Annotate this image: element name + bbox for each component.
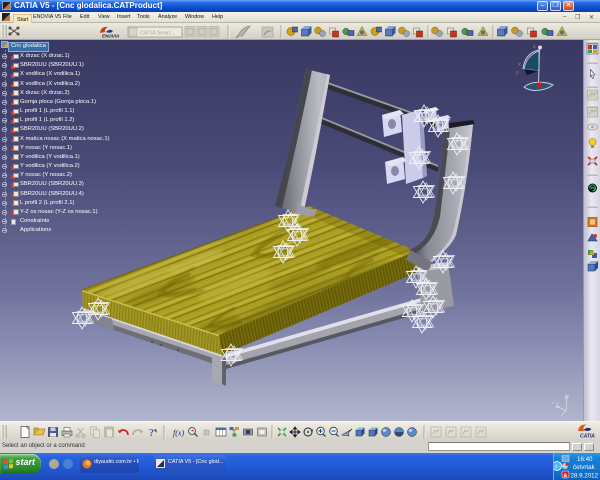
svg-text:x: x	[552, 400, 554, 405]
svg-text:z: z	[533, 44, 536, 50]
svg-text:CATIA Searc...: CATIA Searc...	[140, 31, 176, 37]
svg-text:?: ?	[149, 428, 154, 439]
svg-text:CATIA: CATIA	[580, 434, 595, 440]
svg-text:x: x	[518, 62, 521, 68]
svg-text:z: z	[568, 393, 570, 398]
svg-text:f(x): f(x)	[173, 429, 184, 438]
svg-text:četvrtak: četvrtak	[573, 464, 596, 471]
svg-text:28.9.2012: 28.9.2012	[571, 473, 599, 480]
svg-text:16:40: 16:40	[577, 456, 593, 463]
svg-text:ENOVIA: ENOVIA	[102, 34, 119, 39]
svg-text:y: y	[516, 70, 519, 76]
